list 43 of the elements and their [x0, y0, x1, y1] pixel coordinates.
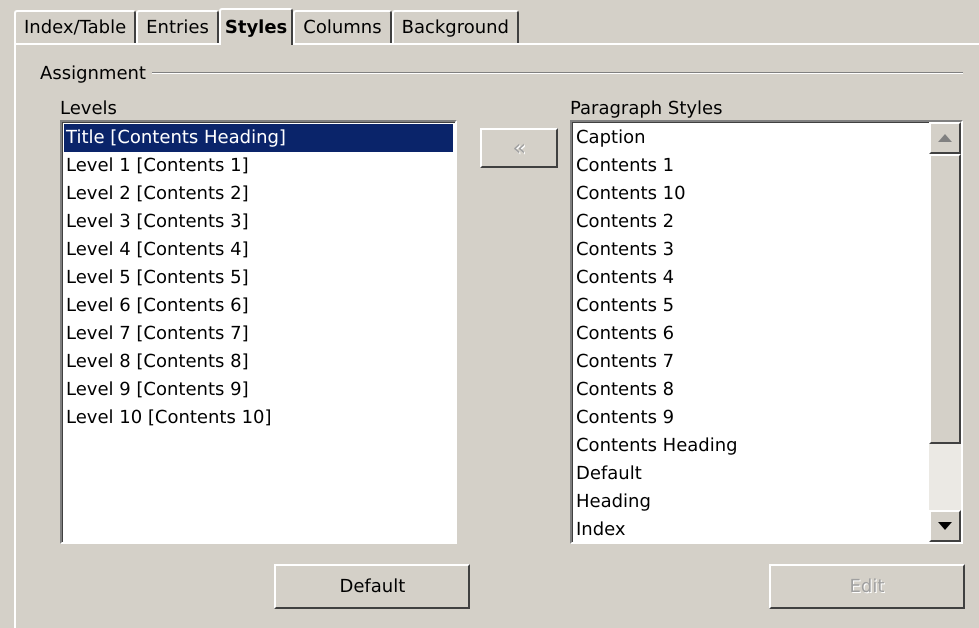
tab[interactable]: Entries: [136, 10, 219, 43]
list-item[interactable]: Level 6 [Contents 6]: [64, 292, 453, 320]
list-item[interactable]: Contents 9: [574, 404, 927, 432]
list-item[interactable]: Contents 7: [574, 348, 927, 376]
tab[interactable]: Index/Table: [14, 10, 136, 43]
tab[interactable]: Background: [392, 10, 519, 43]
scrollbar[interactable]: [928, 122, 961, 542]
list-item[interactable]: Level 9 [Contents 9]: [64, 376, 453, 404]
list-item[interactable]: Level 2 [Contents 2]: [64, 180, 453, 208]
up-arrow-icon: [938, 134, 952, 142]
list-item[interactable]: Contents 6: [574, 320, 927, 348]
list-item[interactable]: Contents 8: [574, 376, 927, 404]
list-item[interactable]: Contents Heading: [574, 432, 927, 460]
list-item[interactable]: Caption: [574, 124, 927, 152]
down-arrow-icon: [938, 522, 952, 530]
list-item[interactable]: Level 4 [Contents 4]: [64, 236, 453, 264]
group-title: Assignment: [40, 62, 146, 86]
list-item[interactable]: Contents 5: [574, 292, 927, 320]
list-item[interactable]: Level 5 [Contents 5]: [64, 264, 453, 292]
scroll-up-button[interactable]: [928, 122, 961, 154]
levels-list[interactable]: [60, 120, 457, 544]
list-item[interactable]: Contents 2: [574, 208, 927, 236]
list-item[interactable]: Contents 1: [574, 152, 927, 180]
paragraph-styles-list[interactable]: Caption Contents 1 Contents 10 Contents 2 Contents 3 Contents 4 Contents 5 Contents 6 Contents 7 Contents 8 Contents 9 Contents Heading Default Heading Index: [570, 120, 963, 544]
tab[interactable]: Styles: [218, 8, 294, 45]
list-item[interactable]: Level 10 [Contents 10]: [64, 404, 453, 432]
list-item[interactable]: Default: [574, 460, 927, 488]
levels-label: Levels: [60, 97, 118, 119]
list-item[interactable]: Contents 3: [574, 236, 927, 264]
list-item[interactable]: Contents 10: [574, 180, 927, 208]
default-button[interactable]: Default: [274, 564, 470, 609]
list-item[interactable]: Contents 4: [574, 264, 927, 292]
list-item[interactable]: Heading: [574, 488, 927, 516]
list-item[interactable]: Level 3 [Contents 3]: [64, 208, 453, 236]
list-item[interactable]: Level 1 [Contents 1]: [64, 152, 453, 180]
list-item[interactable]: Index: [574, 516, 927, 542]
tab[interactable]: Columns: [293, 10, 392, 43]
list-item[interactable]: Level 7 [Contents 7]: [64, 320, 453, 348]
list-item[interactable]: Title [Contents Heading]: [64, 124, 453, 152]
scroll-thumb[interactable]: [928, 154, 961, 444]
paragraph-styles-label: Paragraph Styles: [570, 97, 724, 119]
list-item[interactable]: Level 8 [Contents 8]: [64, 348, 453, 376]
scroll-down-button[interactable]: [928, 510, 961, 542]
